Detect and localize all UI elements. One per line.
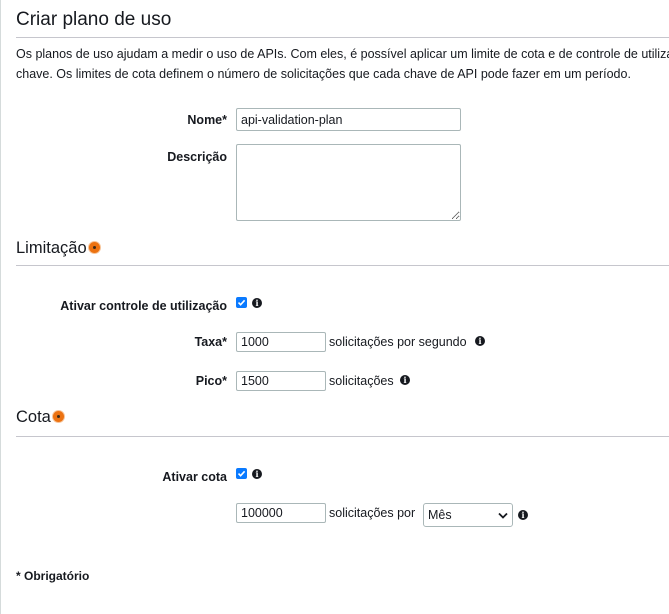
chevron-down-icon — [498, 512, 508, 519]
enable-quota-label: Ativar cota — [162, 470, 227, 484]
quota-period-info-icon[interactable]: i — [518, 510, 528, 520]
quota-divider — [16, 436, 669, 437]
required-note: * Obrigatório — [16, 569, 90, 583]
enable-throttling-checkbox[interactable] — [236, 297, 247, 308]
throttling-divider — [16, 265, 669, 266]
rate-unit: solicitações por segundo — [329, 335, 467, 349]
rate-info-icon[interactable]: i — [475, 336, 485, 346]
page-title: Criar plano de uso — [16, 9, 172, 30]
description-line-1: Os planos de uso ajudam a medir o uso de… — [16, 47, 669, 61]
burst-label: Pico* — [195, 374, 227, 388]
quota-input[interactable] — [236, 503, 326, 523]
info-dot-icon[interactable] — [88, 242, 100, 254]
rate-label: Taxa* — [194, 335, 227, 349]
quota-period-value: Mês — [428, 508, 452, 522]
info-icon[interactable]: i — [252, 298, 262, 308]
left-border — [0, 0, 1, 614]
burst-unit: solicitações — [329, 374, 394, 388]
rate-input[interactable] — [236, 332, 326, 352]
quota-period-select[interactable]: Mês — [423, 503, 513, 527]
burst-input[interactable] — [236, 371, 326, 391]
quota-heading-text: Cota — [16, 408, 51, 426]
description-line-2: chave. Os limites de cota definem o núme… — [16, 67, 631, 81]
enable-throttling-label: Ativar controle de utilização — [60, 299, 227, 313]
page-description: Os planos de uso ajudam a medir o uso de… — [16, 44, 669, 84]
burst-info-icon[interactable]: i — [400, 375, 410, 385]
quota-info-dot-icon[interactable] — [52, 411, 64, 423]
throttling-heading-text: Limitação — [16, 239, 87, 257]
description-label: Descrição — [167, 150, 227, 164]
name-input[interactable] — [236, 108, 461, 131]
quota-heading: Cota — [16, 408, 64, 427]
checkmark-icon — [237, 470, 246, 477]
quota-unit: solicitações por — [329, 506, 416, 520]
description-textarea[interactable] — [236, 144, 461, 221]
checkmark-icon — [237, 299, 246, 306]
throttling-heading: Limitação — [16, 239, 100, 258]
quota-enable-info-icon[interactable]: i — [252, 469, 262, 479]
title-divider — [16, 37, 669, 38]
name-label: Nome* — [187, 113, 227, 127]
enable-quota-checkbox[interactable] — [236, 468, 247, 479]
